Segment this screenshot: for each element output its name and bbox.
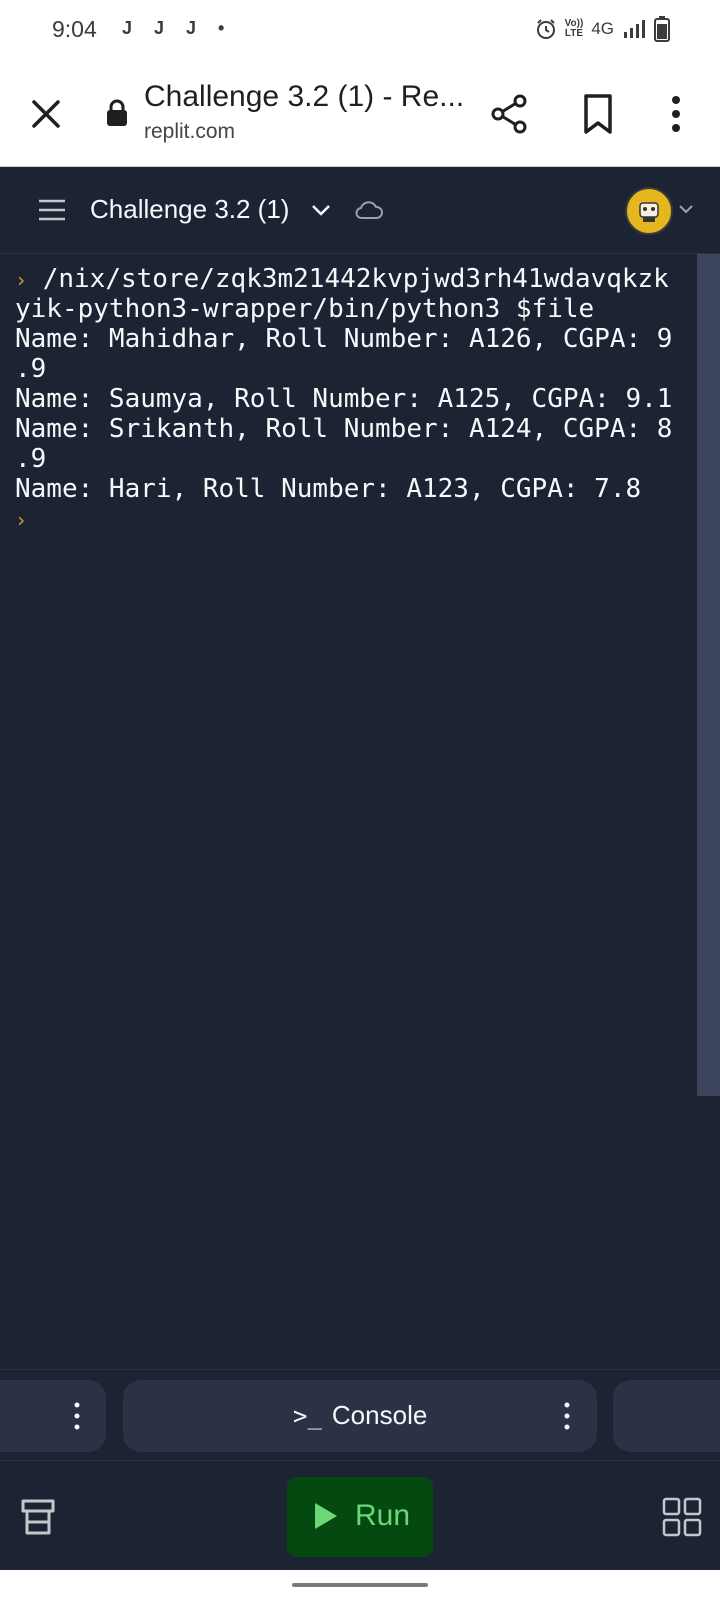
prompt-icon: › (15, 268, 28, 292)
notification-icons: J J J • (122, 18, 250, 39)
page-title[interactable]: Challenge 3.2 (1) - Re... (144, 80, 464, 114)
output-line: Name: Srikanth, Roll Number: A124, CGPA:… (15, 414, 673, 444)
output-line: Name: Saumya, Roll Number: A125, CGPA: 9… (15, 384, 673, 414)
chevron-down-icon[interactable] (310, 199, 332, 221)
bookmark-icon[interactable] (576, 90, 620, 138)
lock-icon[interactable] (104, 98, 130, 128)
notification-icon: J (186, 18, 197, 38)
status-icons: Vo)) LTE 4G (535, 16, 670, 42)
notification-dot: • (218, 18, 225, 38)
tab-console-label: >_ Console (293, 1400, 428, 1430)
share-icon[interactable] (486, 90, 534, 138)
grid-icon[interactable] (662, 1497, 702, 1537)
more-vert-icon[interactable] (660, 90, 692, 138)
status-bar: 9:04 J J J • Vo)) LTE 4G (0, 0, 720, 60)
avatar[interactable] (625, 187, 673, 235)
menu-icon[interactable] (38, 197, 66, 223)
volte-icon: Vo)) LTE (564, 18, 584, 39)
output-line: Name: Hari, Roll Number: A123, CGPA: 7.8 (15, 474, 642, 504)
prompt-command: /nix/store/zqk3m21442kvpjwd3rh41wdavqkzk (42, 264, 669, 294)
cloud-icon (355, 201, 383, 219)
more-vert-icon[interactable] (72, 1401, 82, 1431)
run-label: Run (355, 1499, 411, 1532)
tab-previous[interactable] (0, 1380, 106, 1452)
browser-toolbar: Challenge 3.2 (1) - Re... replit.com (0, 60, 720, 167)
chevron-down-icon[interactable] (678, 201, 694, 217)
notification-icon: J (154, 18, 165, 38)
play-icon (315, 1503, 337, 1529)
input-prompt-line[interactable]: › (15, 504, 27, 535)
tab-console[interactable]: >_ Console (123, 1380, 597, 1452)
prompt-icon: › (15, 508, 28, 532)
alarm-icon (536, 19, 555, 39)
output-line: Name: Mahidhar, Roll Number: A126, CGPA:… (15, 324, 673, 354)
repl-header: Challenge 3.2 (1) (0, 167, 720, 254)
page-url[interactable]: replit.com (144, 120, 235, 144)
run-button[interactable]: Run (287, 1477, 433, 1557)
scrollbar-thumb[interactable] (697, 254, 720, 1096)
tab-next[interactable] (613, 1380, 720, 1452)
prompt-line: › /nix/store/zqk3m21442kvpjwd3rh41wdavqk… (15, 264, 669, 295)
prompt-line-cont: yik-python3-wrapper/bin/python3 $file (15, 294, 595, 324)
signal-icon (624, 20, 645, 38)
files-icon[interactable] (20, 1497, 56, 1537)
more-vert-icon[interactable] (562, 1401, 572, 1431)
network-type: 4G (591, 19, 614, 38)
system-nav-bar (0, 1570, 720, 1600)
notification-icon: J (122, 18, 133, 38)
output-line: .9 (15, 444, 47, 474)
tabs-strip: >_ Console (0, 1369, 720, 1460)
battery-icon (654, 16, 670, 42)
console-output[interactable]: › /nix/store/zqk3m21442kvpjwd3rh41wdavqk… (0, 254, 697, 1369)
terminal-icon: >_ (293, 1402, 322, 1430)
repl-name[interactable]: Challenge 3.2 (1) (90, 194, 289, 225)
bottom-toolbar: Run (0, 1460, 720, 1571)
output-line: .9 (15, 354, 47, 384)
avatar-image-icon (639, 202, 659, 222)
close-icon[interactable] (24, 92, 68, 136)
home-gesture-handle[interactable] (292, 1583, 428, 1587)
status-time: 9:04 (52, 16, 97, 42)
